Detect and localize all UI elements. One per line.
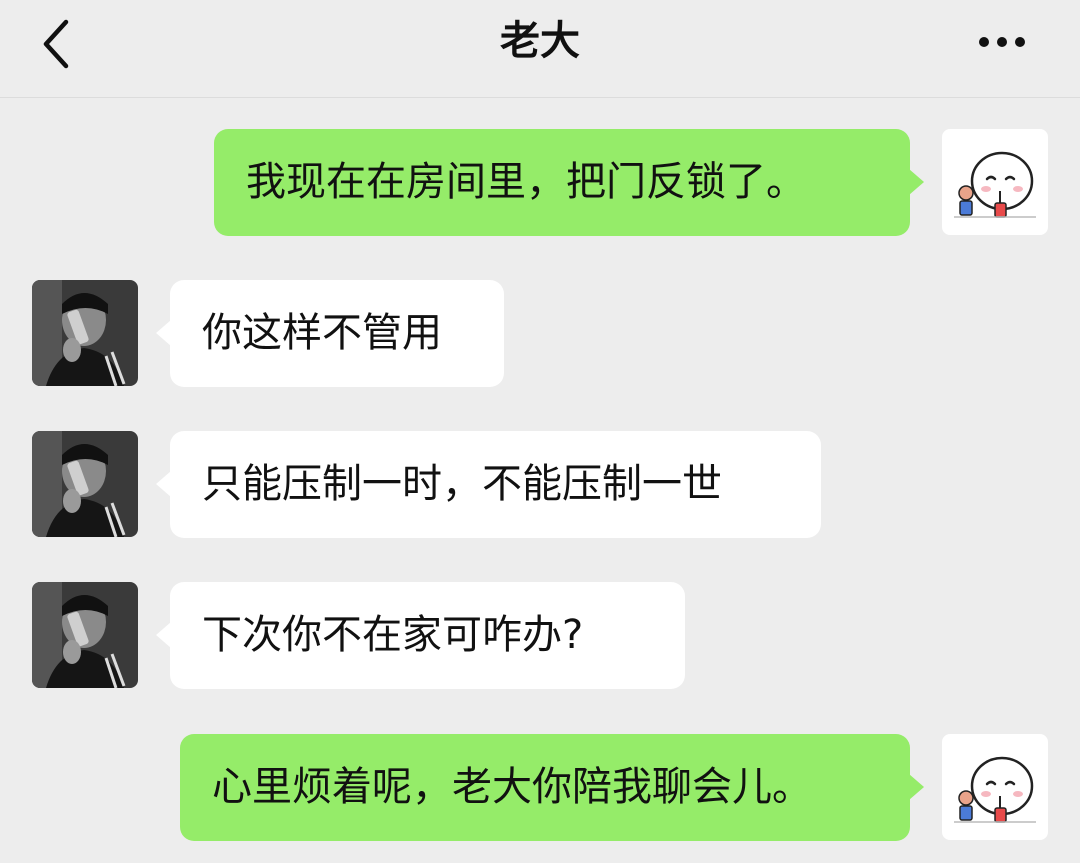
message-text: 心里烦着呢，老大你陪我聊会儿。 — [212, 764, 812, 810]
message-text: 只能压制一时，不能压制一世 — [202, 461, 722, 507]
bubble-tail — [156, 320, 171, 346]
more-dots-icon — [979, 37, 1025, 47]
more-button[interactable] — [962, 22, 1042, 62]
cartoon-bun-avatar-icon — [942, 734, 1048, 840]
contact-avatar[interactable] — [32, 280, 138, 386]
message-bubble-contact[interactable]: 下次你不在家可咋办? — [156, 582, 685, 689]
self-avatar[interactable] — [942, 734, 1048, 840]
message-text: 我现在在房间里，把门反锁了。 — [246, 159, 806, 205]
message-bubble-self[interactable]: 心里烦着呢，老大你陪我聊会儿。 — [180, 734, 924, 841]
bubble-tail — [156, 471, 171, 497]
bubble-tail — [909, 774, 924, 800]
bubble-tail — [156, 622, 171, 648]
chat-title: 老大 — [500, 18, 580, 64]
message-bubble-self[interactable]: 我现在在房间里，把门反锁了。 — [214, 129, 924, 236]
bubble-tail — [909, 169, 924, 195]
message-text: 下次你不在家可咋办? — [202, 612, 584, 658]
message-bubble-contact[interactable]: 你这样不管用 — [156, 280, 504, 387]
message-bubble-contact[interactable]: 只能压制一时，不能压制一世 — [156, 431, 821, 538]
contact-avatar[interactable] — [32, 431, 138, 537]
contact-photo-icon — [32, 280, 138, 386]
nav-bar: 老大 — [0, 0, 1080, 98]
contact-photo-icon — [32, 582, 138, 688]
contact-avatar[interactable] — [32, 582, 138, 688]
contact-photo-icon — [32, 431, 138, 537]
cartoon-bun-avatar-icon — [942, 129, 1048, 235]
message-text: 你这样不管用 — [202, 310, 442, 356]
self-avatar[interactable] — [942, 129, 1048, 235]
